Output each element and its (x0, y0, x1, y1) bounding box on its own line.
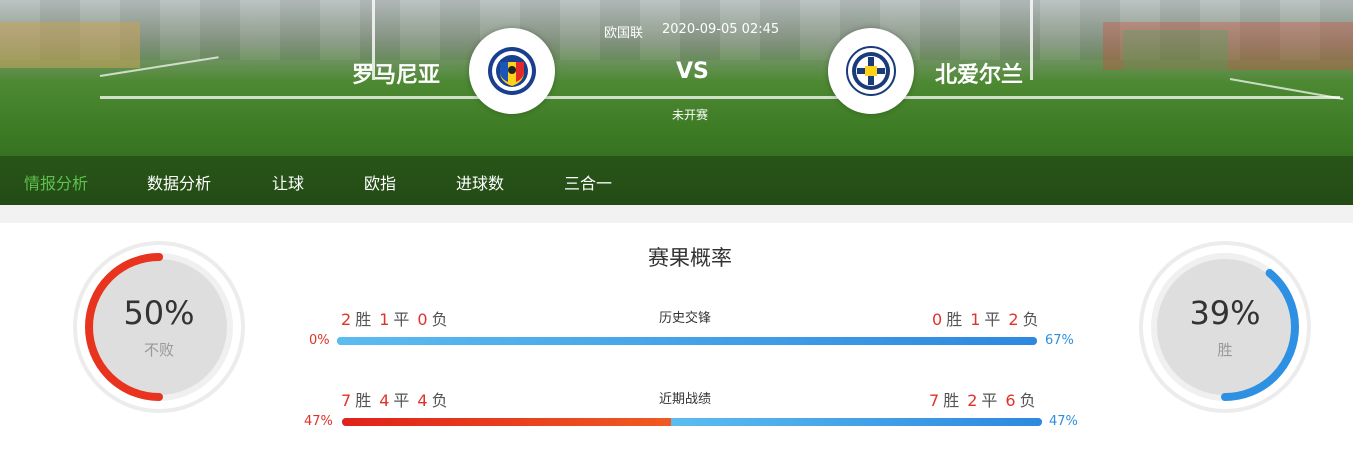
home-team-badge[interactable] (469, 28, 555, 114)
away-team-name[interactable]: 北爱尔兰 (935, 57, 1023, 89)
field-line (100, 96, 1340, 99)
recent-away-wins: 7 (929, 391, 940, 410)
probability-section-title: 赛果概率 (648, 246, 732, 270)
recent-away-losses: 6 (1005, 391, 1016, 410)
recent-label: 近期战绩 (659, 392, 712, 407)
history-away-percent: 67% (1045, 333, 1074, 348)
history-home-record: 2胜1平0负 (341, 306, 456, 330)
match-header-banner: 欧国联 2020-09-05 02:45 VS 未开赛 罗马尼亚 北爱尔兰 情报… (0, 0, 1353, 205)
history-label: 历史交锋 (659, 311, 712, 326)
history-away-record: 0胜1平2负 (932, 306, 1047, 330)
tab-goals[interactable]: 进球数 (456, 170, 504, 194)
section-divider (0, 205, 1353, 223)
tab-data-analysis[interactable]: 数据分析 (147, 170, 211, 194)
history-home-draws: 1 (379, 310, 390, 329)
unbeaten-label: 不败 (143, 341, 174, 359)
history-away-draws-label: 平 (984, 310, 1001, 329)
history-home-losses: 0 (417, 310, 428, 329)
tab-handicap[interactable]: 让球 (272, 170, 304, 194)
recent-away-draws-label: 平 (981, 391, 998, 410)
recent-home-draws: 4 (379, 391, 390, 410)
history-away-wins: 0 (932, 310, 943, 329)
vs-label: VS (676, 59, 709, 84)
history-home-draws-label: 平 (393, 310, 410, 329)
recent-away-draws: 2 (967, 391, 978, 410)
recent-home-losses: 4 (417, 391, 428, 410)
recent-bar-away-fill (671, 418, 1042, 426)
analysis-tab-bar: 情报分析 数据分析 让球 欧指 进球数 三合一 (0, 156, 1353, 205)
history-home-wins-label: 胜 (355, 310, 372, 329)
tab-euro-odds[interactable]: 欧指 (364, 170, 396, 194)
ad-board-left (0, 22, 140, 68)
probability-ring-unbeaten: 50% 不败 (72, 240, 246, 414)
win-label: 胜 (1217, 341, 1233, 359)
history-home-losses-label: 负 (431, 310, 448, 329)
match-status: 未开赛 (672, 108, 709, 122)
recent-home-draws-label: 平 (393, 391, 410, 410)
recent-away-record: 7胜2平6负 (929, 387, 1044, 411)
history-away-draws: 1 (970, 310, 981, 329)
tab-intel-analysis[interactable]: 情报分析 (24, 170, 88, 194)
recent-bar (342, 418, 1042, 426)
recent-away-losses-label: 负 (1019, 391, 1036, 410)
match-datetime: 2020-09-05 02:45 (662, 22, 780, 37)
history-away-losses-label: 负 (1022, 310, 1039, 329)
ad-board-right-secondary (1123, 30, 1228, 70)
probability-ring-win: 39% 胜 (1138, 240, 1312, 414)
recent-home-losses-label: 负 (431, 391, 448, 410)
romania-fa-crest-icon (488, 47, 536, 95)
home-team-name[interactable]: 罗马尼亚 (352, 57, 440, 89)
recent-home-percent: 47% (304, 414, 333, 429)
recent-away-percent: 47% (1049, 414, 1078, 429)
history-home-wins: 2 (341, 310, 352, 329)
away-team-badge[interactable] (828, 28, 914, 114)
northern-ireland-fa-crest-icon (846, 46, 896, 96)
recent-bar-home-fill (342, 418, 671, 426)
history-away-wins-label: 胜 (946, 310, 963, 329)
recent-home-record: 7胜4平4负 (341, 387, 456, 411)
win-percent: 39% (1189, 294, 1261, 332)
history-home-percent: 0% (309, 333, 330, 348)
history-away-losses: 2 (1008, 310, 1019, 329)
recent-home-wins: 7 (341, 391, 352, 410)
tab-three-in-one[interactable]: 三合一 (564, 170, 612, 194)
unbeaten-percent: 50% (123, 294, 195, 332)
recent-home-wins-label: 胜 (355, 391, 372, 410)
league-name: 欧国联 (604, 26, 644, 41)
history-bar-away-fill (337, 337, 1037, 345)
recent-away-wins-label: 胜 (943, 391, 960, 410)
history-bar (337, 337, 1037, 345)
